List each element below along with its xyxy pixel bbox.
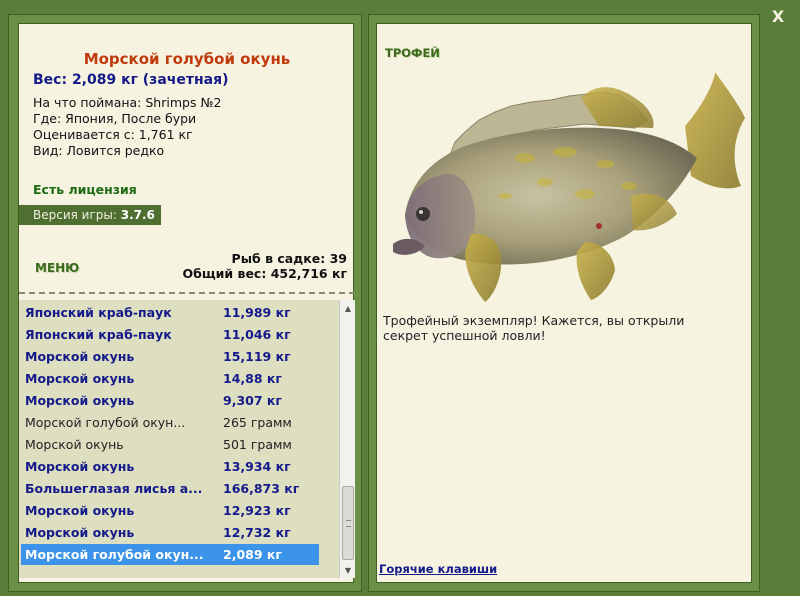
list-divider bbox=[19, 292, 355, 294]
catch-row-name: Большеглазая лисья а... bbox=[25, 481, 203, 496]
catch-row-weight: 11,989 кг bbox=[223, 305, 291, 320]
catch-row[interactable]: Морской голубой окун... 2,089 кг bbox=[21, 544, 319, 565]
catch-row[interactable]: Морской окунь 12,923 кг bbox=[21, 500, 319, 521]
catch-row-weight: 11,046 кг bbox=[223, 327, 291, 342]
catch-row-weight: 13,934 кг bbox=[223, 459, 291, 474]
catch-row[interactable]: Морской окунь 15,119 кг bbox=[21, 346, 319, 367]
scroll-thumb[interactable] bbox=[342, 486, 354, 560]
menu-button[interactable]: МЕНЮ bbox=[35, 261, 79, 275]
version-label: Версия игры: bbox=[33, 208, 117, 222]
catch-row-weight: 15,119 кг bbox=[223, 349, 291, 364]
catch-row-name: Морской окунь bbox=[25, 349, 135, 364]
catch-row[interactable]: Морской окунь 9,307 кг bbox=[21, 390, 319, 411]
version-value: 3.7.6 bbox=[120, 208, 155, 222]
catch-row-name: Японский краб-паук bbox=[25, 327, 172, 342]
catch-row-name: Морской окунь bbox=[25, 393, 135, 408]
catch-total-weight: Общий вес: 452,716 кг bbox=[182, 266, 348, 281]
trophy-label: ТРОФЕЙ bbox=[385, 46, 440, 60]
catch-row[interactable]: Морской голубой окун... 265 грамм bbox=[21, 412, 319, 433]
catch-row[interactable]: Морской окунь 14,88 кг bbox=[21, 368, 319, 389]
catch-row[interactable]: Морской окунь 501 грамм bbox=[21, 434, 319, 455]
close-button[interactable]: X bbox=[768, 6, 788, 26]
catch-row-name: Морской окунь bbox=[25, 437, 124, 452]
catch-row[interactable]: Японский краб-паук 11,046 кг bbox=[21, 324, 319, 345]
catch-count: Рыб в садке: 39 bbox=[231, 251, 347, 266]
catch-row-weight: 2,089 кг bbox=[223, 547, 282, 562]
license-status: Есть лицензия bbox=[33, 182, 137, 197]
catch-row-name: Японский краб-паук bbox=[25, 305, 172, 320]
info-location: Где: Япония, После бури bbox=[33, 111, 197, 126]
fish-title: Морской голубой окунь bbox=[83, 50, 291, 68]
fish-image bbox=[393, 72, 745, 302]
trophy-description: Трофейный экземпляр! Кажется, вы открыли… bbox=[383, 313, 685, 343]
catch-row[interactable]: Большеглазая лисья а... 166,873 кг bbox=[21, 478, 319, 499]
info-min-weight: Оценивается с: 1,761 кг bbox=[33, 127, 193, 142]
catch-row-weight: 265 грамм bbox=[223, 415, 292, 430]
catch-row-weight: 166,873 кг bbox=[223, 481, 300, 496]
hotkeys-link[interactable]: Горячие клавиши bbox=[379, 562, 497, 576]
catch-row-weight: 14,88 кг bbox=[223, 371, 282, 386]
fish-info-panel: Морской голубой окунь Вес: 2,089 кг (зач… bbox=[18, 23, 355, 583]
scroll-down-icon[interactable]: ▼ bbox=[340, 562, 356, 578]
catch-row[interactable]: Морской окунь 13,934 кг bbox=[21, 456, 319, 477]
info-rarity: Вид: Ловится редко bbox=[33, 143, 165, 158]
catch-row[interactable]: Морской окунь 12,732 кг bbox=[21, 522, 319, 543]
catch-row-weight: 12,732 кг bbox=[223, 525, 291, 540]
fish-weight: Вес: 2,089 кг (зачетная) bbox=[33, 72, 229, 88]
catch-list[interactable]: Японский краб-паук 11,989 кг Японский краб… bbox=[19, 300, 339, 578]
trophy-panel: ТРОФЕЙ Трофейный экземпляр! Кажется, вы … bbox=[376, 23, 752, 583]
scroll-up-icon[interactable]: ▲ bbox=[340, 300, 356, 316]
catch-list-scrollbar[interactable]: ▲ ▼ bbox=[339, 300, 355, 578]
catch-row-name: Морской окунь bbox=[25, 525, 135, 540]
catch-row-name: Морской голубой окун... bbox=[25, 547, 204, 562]
catch-row-name: Морской окунь bbox=[25, 503, 135, 518]
version-bar: Версия игры: 3.7.6 bbox=[19, 205, 161, 225]
catch-row-weight: 12,923 кг bbox=[223, 503, 291, 518]
catch-row-name: Морской окунь bbox=[25, 459, 135, 474]
catch-row-weight: 9,307 кг bbox=[223, 393, 282, 408]
catch-row-name: Морской голубой окун... bbox=[25, 415, 186, 430]
catch-row[interactable]: Японский краб-паук 11,989 кг bbox=[21, 302, 319, 323]
catch-summary: Рыб в садке: 39 Общий вес: 452,716 кг bbox=[183, 251, 348, 281]
catch-row-weight: 501 грамм bbox=[223, 437, 292, 452]
info-bait: На что поймана: Shrimps №2 bbox=[33, 95, 222, 110]
catch-row-name: Морской окунь bbox=[25, 371, 135, 386]
